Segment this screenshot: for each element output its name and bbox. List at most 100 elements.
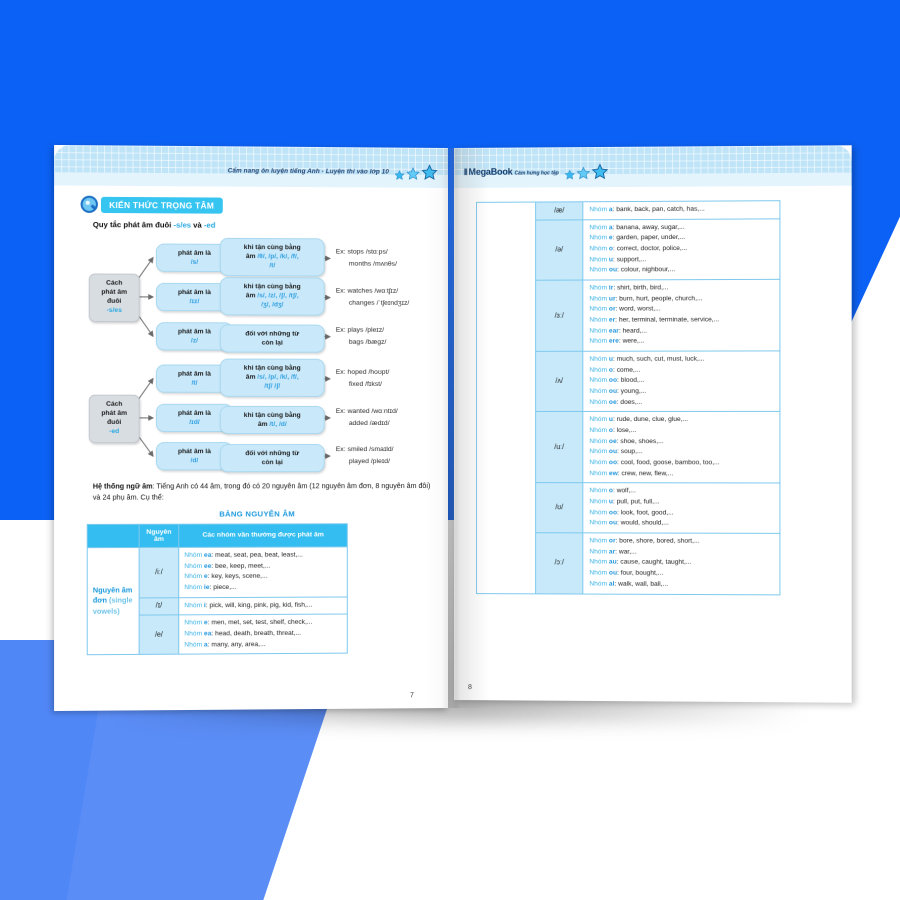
- ipa-cell: /æ/: [535, 201, 583, 220]
- list-item: Nhóm oo: blood,...: [589, 376, 773, 387]
- list-item: Nhóm o: correct, doctor, police,...: [589, 244, 773, 256]
- flow-cond-d: đối với những từ còn lại: [219, 444, 325, 473]
- list-item: Nhóm oo: look, foot, good,...: [589, 508, 773, 519]
- list-item: Nhóm au: cause, caught, taught,...: [589, 558, 773, 569]
- node-label: phát âm là: [177, 249, 211, 257]
- item-prefix: Nhóm: [589, 245, 609, 253]
- node-label: phát âm là: [177, 288, 211, 297]
- flow-example-id: Ex: wanted /wɑːntɪd/ added /ædɪd/: [336, 406, 398, 430]
- star-icon: [420, 164, 438, 180]
- word-list-cell: Nhóm or: bore, shore, bored, short,... N…: [582, 532, 780, 595]
- item-prefix: Nhóm: [589, 234, 609, 242]
- item-group: ere: [608, 338, 619, 346]
- example-line-2: bags /bæɡz/: [348, 338, 387, 346]
- flow-diagram-s-es: Cách phát âm đuôi -s/es phát âm là /s/ p…: [85, 235, 434, 359]
- rule-heading-mid: và: [191, 220, 204, 230]
- cond-ipa: /s/, /p/, /k/, /f/,: [257, 373, 299, 382]
- item-words: : war,...: [615, 548, 637, 556]
- cond-prefix: âm: [257, 421, 270, 429]
- list-item: Nhóm ee: bee, keep, meet,...: [184, 561, 341, 572]
- root-line-2: phát âm: [101, 288, 128, 296]
- item-words: : colour, nighbour,...: [617, 266, 676, 274]
- node-ipa: /s/: [190, 259, 199, 267]
- node-ipa: /ɪz/: [189, 298, 200, 306]
- vowel-table-right: /æ/ Nhóm a: bank, back, pan, catch, has,…: [476, 200, 780, 595]
- item-words: : come,...: [612, 366, 641, 374]
- flow-cond-t: khi tận cùng bằng âm /s/, /p/, /k/, /f/,…: [219, 358, 325, 397]
- item-words: : cause, caught, taught,...: [616, 559, 692, 567]
- table-row: /æ/ Nhóm a: bank, back, pan, catch, has,…: [476, 200, 780, 594]
- list-item: Nhóm ou: young,...: [589, 387, 773, 398]
- list-item: Nhóm ere: were,...: [589, 337, 773, 348]
- item-prefix: Nhóm: [184, 551, 204, 559]
- list-item: Nhóm a: many, any, area,...: [184, 639, 341, 651]
- item-prefix: Nhóm: [589, 295, 609, 303]
- item-words: : piece,...: [209, 583, 237, 592]
- example-line-2: fixed /fɪkst/: [348, 380, 382, 388]
- cond-prefix: âm: [245, 292, 258, 300]
- list-item: Nhóm oo: cool, food, goose, bamboo, too,…: [589, 458, 773, 469]
- item-group: oe: [608, 398, 617, 406]
- node-ipa: /ɪd/: [189, 419, 200, 427]
- cond-text: đối với những từ: [245, 330, 300, 338]
- list-item: Nhóm ou: four, bought,...: [589, 569, 773, 580]
- item-prefix: Nhóm: [184, 630, 204, 638]
- root-line-1: Cách: [106, 400, 123, 408]
- group-label-continuation: [476, 202, 536, 594]
- rule-heading-hl2: -ed: [203, 220, 216, 230]
- word-list-cell: Nhóm a: banana, away, sugar,... Nhóm e: …: [582, 218, 780, 281]
- item-words: : garden, paper, under,...: [612, 234, 686, 242]
- word-list-cell: Nhóm u: much, such, cut, must, luck,... …: [582, 350, 780, 412]
- list-item: Nhóm u: rude, dune, clue, glue,...: [589, 415, 773, 426]
- flow-example-d: Ex: smiled /smaɪld/ played /pleɪd/: [336, 444, 394, 468]
- star-icon: [405, 167, 420, 180]
- list-item: Nhóm u: much, such, cut, must, luck,...: [589, 355, 773, 366]
- item-prefix: Nhóm: [589, 519, 609, 527]
- list-item: Nhóm ea: meat, seat, pea, beat, least,..…: [184, 550, 341, 561]
- vowel-table-title: BẢNG NGUYÊN ÂM: [219, 509, 296, 519]
- item-words: : rude, dune, clue, glue,...: [612, 416, 689, 424]
- item-words: : meat, seat, pea, beat, least,...: [211, 551, 303, 559]
- item-group: ee: [203, 562, 212, 570]
- node-label: phát âm là: [177, 409, 211, 417]
- item-prefix: Nhóm: [589, 316, 609, 324]
- list-item: Nhóm oe: shoe, shoes,...: [589, 437, 773, 448]
- item-words: : men, met, set, test, shelf, check,...: [207, 619, 313, 627]
- item-words: : word, worst,...: [615, 305, 661, 313]
- cond-text: khi tận cùng bằng: [243, 243, 301, 252]
- item-prefix: Nhóm: [589, 459, 609, 467]
- ipa-cell: /e/: [139, 615, 179, 655]
- flow-cond-id: khi tận cùng bằng âm /t/, /d/: [219, 405, 325, 435]
- rule-heading-part1: Quy tắc phát âm đuôi: [92, 219, 174, 230]
- item-prefix: Nhóm: [184, 619, 204, 627]
- list-item: Nhóm ar: war,...: [589, 547, 773, 558]
- ipa-cell: /ɜː/: [535, 280, 583, 352]
- cond-text: khi tận cùng bằng: [243, 411, 301, 419]
- item-group: au: [608, 559, 617, 567]
- list-item: Nhóm ou: colour, nighbour,...: [589, 265, 773, 276]
- item-words: : does,...: [616, 398, 643, 406]
- item-prefix: Nhóm: [589, 569, 609, 577]
- list-item: Nhóm e: men, met, set, test, shelf, chec…: [184, 618, 341, 630]
- item-prefix: Nhóm: [589, 498, 609, 506]
- item-prefix: Nhóm: [589, 398, 609, 406]
- item-group: ear: [608, 327, 619, 335]
- node-ipa: /z/: [190, 337, 198, 345]
- list-item: Nhóm i: pick, will, king, pink, pig, kid…: [184, 600, 341, 611]
- item-words: : were,...: [618, 337, 645, 346]
- node-label: phát âm là: [177, 448, 211, 456]
- cond-ipa2: /ʒ/, /dʒ/: [261, 301, 284, 309]
- left-page-body: KIẾN THỨC TRỌNG TÂM Quy tắc phát âm đuôi…: [54, 185, 448, 655]
- item-words: : bore, shore, bored, short,...: [615, 537, 700, 545]
- table-row: Nguyên âm đơn (single vowels) /iː/ Nhóm …: [87, 546, 348, 656]
- item-words: : burn, hurt, people, church,...: [615, 294, 703, 303]
- ipa-cell: /ʊ/: [535, 483, 583, 533]
- cond-text: khi tận cùng bằng: [243, 364, 301, 372]
- list-item: Nhóm ir: shirt, birth, bird,...: [589, 283, 773, 294]
- item-prefix: Nhóm: [589, 223, 609, 232]
- item-words: : pull, put, full,...: [612, 498, 660, 506]
- item-words: : crew, new, flew,...: [617, 469, 674, 478]
- item-prefix: Nhóm: [589, 416, 609, 424]
- star-icon: [393, 169, 405, 180]
- item-prefix: Nhóm: [589, 355, 609, 363]
